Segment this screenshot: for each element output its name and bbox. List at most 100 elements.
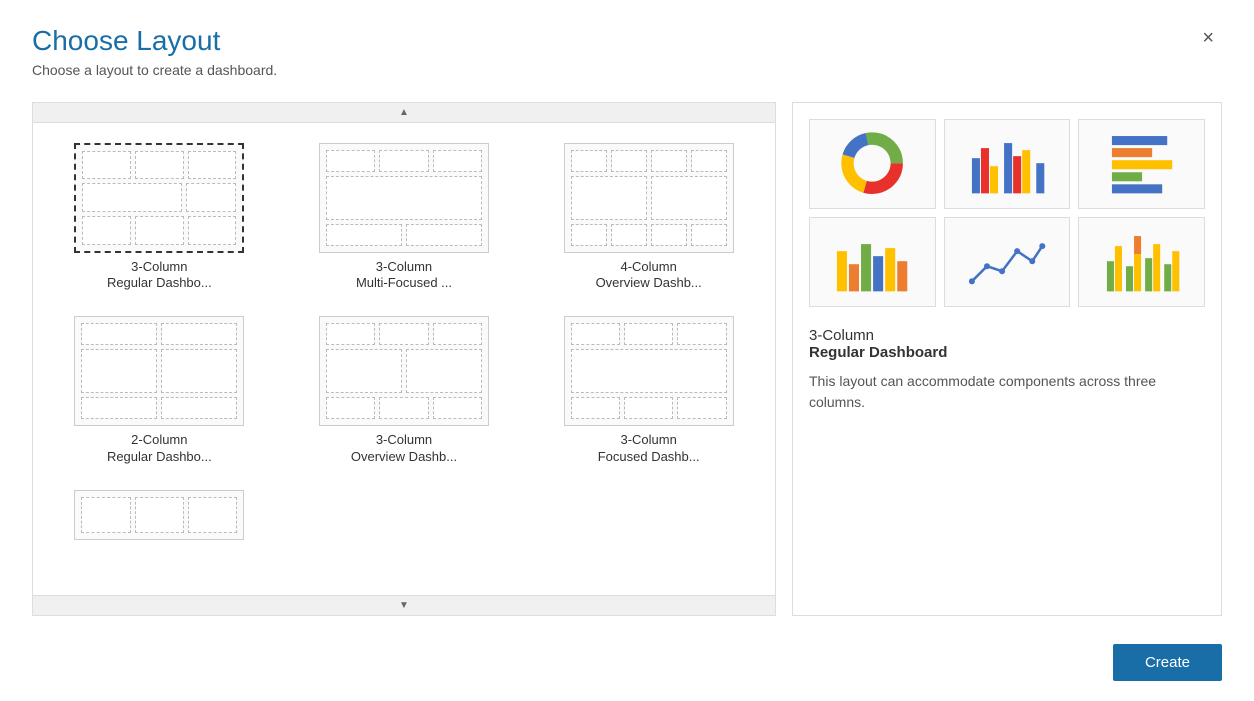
choose-layout-dialog: Choose Layout Choose a layout to create … [0,0,1254,701]
thumb-cell [81,323,157,345]
preview-chart-bar2 [809,217,936,307]
hbar-svg [1086,128,1198,198]
thumb-cell [188,151,237,180]
thumb-cell [611,150,647,172]
thumb-cell [81,497,130,533]
layout-item-label: 3-ColumnOverview Dashb... [351,432,457,466]
dialog-title: Choose Layout [32,24,277,58]
layout-item-label: 3-ColumnRegular Dashbo... [107,259,212,293]
thumb-cell [81,349,157,393]
thumb-row [81,323,237,345]
thumb-row [326,323,482,345]
thumb-cell [651,224,687,246]
thumb-cell [135,151,184,180]
thumb-row [326,150,482,172]
layout-item-3col-overview[interactable]: 3-ColumnOverview Dashb... [290,312,519,470]
dialog-body: ▲ [32,102,1222,616]
line-svg [951,226,1063,296]
thumb-cell [624,323,673,345]
thumb-cell [406,349,482,393]
scroll-down-button[interactable]: ▼ [33,595,775,615]
thumb-cell [571,176,647,220]
layout-item-3col-multifocused[interactable]: 3-ColumnMulti-Focused ... [290,139,519,297]
layout-thumb-4col-overview [564,143,734,253]
thumb-cell [135,216,184,245]
thumb-cell [326,176,482,220]
thumb-cell [379,397,428,419]
layout-item-label: 3-ColumnFocused Dashb... [598,432,700,466]
layout-thumb-3col-focused [564,316,734,426]
donut-chart-svg [816,128,928,198]
create-button[interactable]: Create [1113,644,1222,681]
thumb-cell [326,349,402,393]
layout-grid: 3-ColumnRegular Dashbo... [45,139,763,551]
close-button[interactable]: × [1194,24,1222,52]
thumb-cell [186,183,237,212]
thumb-cell [571,224,607,246]
thumb-cell [326,323,375,345]
thumb-cell [379,150,428,172]
thumb-cell [571,323,620,345]
thumb-cell [188,497,237,533]
thumb-cell [135,497,184,533]
thumb-row [571,397,727,419]
preview-layout-name: 3-Column [809,327,1205,344]
layout-item-2col-regular[interactable]: 2-ColumnRegular Dashbo... [45,312,274,470]
thumb-cell [691,224,727,246]
thumb-cell [571,397,620,419]
layout-list-panel: ▲ [32,102,776,616]
thumb-cell [161,349,237,393]
layout-item-partial[interactable] [45,486,274,550]
thumb-cell [406,224,482,246]
thumb-row [326,176,482,220]
multibar-svg [1086,226,1198,296]
thumb-cell [161,323,237,345]
layout-thumb-3col-overview [319,316,489,426]
thumb-cell [326,397,375,419]
thumb-row [326,349,482,393]
preview-chart-multibar [1078,217,1205,307]
thumb-row [82,151,236,180]
thumb-cell [611,224,647,246]
thumb-row [571,323,727,345]
thumb-cell [571,150,607,172]
preview-chart-line [944,217,1071,307]
layout-thumb-2col-regular [74,316,244,426]
thumb-cell [433,323,482,345]
thumb-cell [677,397,726,419]
layout-item-label: 3-ColumnMulti-Focused ... [356,259,452,293]
layout-item-3col-regular[interactable]: 3-ColumnRegular Dashbo... [45,139,274,297]
thumb-row [81,497,237,533]
preview-description: This layout can accommodate components a… [809,371,1205,413]
thumb-row [326,397,482,419]
layout-thumb-partial [74,490,244,540]
thumb-cell [82,151,131,180]
thumb-row [571,224,727,246]
thumb-row [571,349,727,393]
thumb-cell [326,224,402,246]
layout-item-3col-focused[interactable]: 3-ColumnFocused Dashb... [534,312,763,470]
thumb-row [81,349,237,393]
layout-scroll-area[interactable]: 3-ColumnRegular Dashbo... [33,123,775,595]
thumb-cell [677,323,726,345]
layout-thumb-3col-multifocused [319,143,489,253]
thumb-row [571,176,727,220]
thumb-cell [571,349,727,393]
preview-chart-bar-clustered [944,119,1071,209]
preview-info: 3-Column Regular Dashboard This layout c… [809,327,1205,413]
thumb-row [326,224,482,246]
layout-item-4col-overview[interactable]: 4-ColumnOverview Dashb... [534,139,763,297]
preview-charts-grid [809,119,1205,307]
scroll-up-button[interactable]: ▲ [33,103,775,123]
thumb-cell [188,216,237,245]
thumb-cell [624,397,673,419]
thumb-cell [651,150,687,172]
layout-thumb-3col-regular [74,143,244,253]
thumb-cell [161,397,237,419]
bar-clustered-svg [951,128,1063,198]
thumb-row [81,397,237,419]
thumb-cell [326,150,375,172]
thumb-row [82,183,236,212]
layout-item-label: 4-ColumnOverview Dashb... [596,259,702,293]
thumb-row [82,216,236,245]
